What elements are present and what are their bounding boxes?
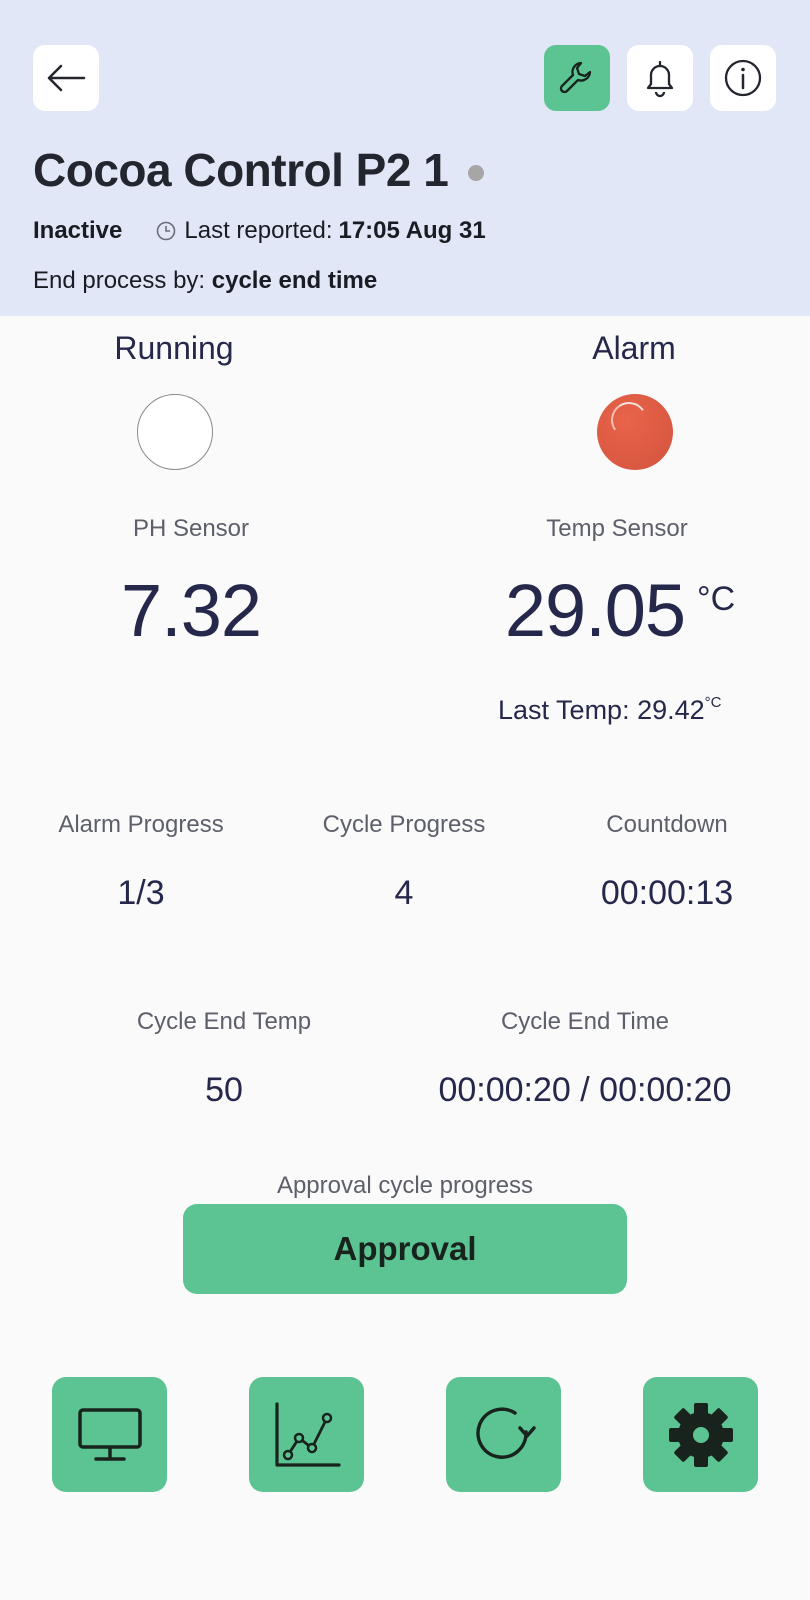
lamp-glare (608, 399, 650, 441)
clock-icon (156, 221, 176, 241)
connection-status-dot (468, 165, 485, 181)
approval-button[interactable]: Approval (183, 1204, 627, 1294)
refresh-button[interactable] (446, 1377, 561, 1492)
title-row: Cocoa Control P2 1 (33, 143, 485, 197)
last-temp-label: Last Temp: 29.42 (498, 695, 705, 725)
last-reported-time: 17:05 Aug 31 (338, 217, 486, 244)
cycle-progress-label: Cycle Progress (322, 811, 486, 838)
cycle-end-temp-label: Cycle End Temp (136, 1008, 312, 1035)
status-row: Inactive Last reported: 17:05 Aug 31 (33, 217, 486, 245)
temp-unit: °C (697, 580, 736, 618)
end-process-value: cycle end time (211, 267, 378, 294)
settings-button[interactable] (643, 1377, 758, 1492)
running-label: Running (114, 330, 234, 366)
alarm-progress-value: 1/3 (117, 874, 165, 912)
device-header: Cocoa Control P2 1 Inactive Last reporte… (0, 0, 810, 316)
last-temp-unit: °C (704, 694, 722, 711)
temp-sensor-value: 29.05 (504, 569, 686, 652)
page-title: Cocoa Control P2 1 (33, 144, 449, 196)
status-badge: Inactive (33, 217, 123, 244)
cycle-end-temp-value: 50 (205, 1071, 243, 1109)
gear-icon (668, 1402, 733, 1467)
chart-icon (274, 1401, 341, 1467)
alarm-progress-label: Alarm Progress (58, 811, 224, 838)
countdown-value: 00:00:13 (600, 874, 734, 912)
ph-sensor-value: 7.32 (120, 569, 262, 652)
info-icon (724, 59, 762, 97)
alarm-indicator-lamp (597, 394, 673, 470)
monitor-icon (77, 1407, 142, 1461)
end-process-row: End process by: cycle end time (33, 267, 377, 295)
maintenance-button[interactable] (544, 45, 610, 111)
last-temp-reading: Last Temp: 29.42°C (498, 694, 721, 726)
back-arrow-icon (47, 64, 86, 92)
refresh-icon (475, 1407, 536, 1459)
approval-cycle-label: Approval cycle progress (276, 1172, 534, 1199)
running-indicator-lamp (137, 394, 213, 470)
monitor-button[interactable] (52, 1377, 167, 1492)
countdown-label: Countdown (606, 811, 728, 838)
notifications-button[interactable] (627, 45, 693, 111)
ph-sensor-label: PH Sensor (132, 515, 250, 542)
alarm-label: Alarm (592, 330, 676, 366)
last-reported-label: Last reported: (184, 217, 333, 244)
end-process-label: End process by: (33, 267, 206, 294)
cycle-progress-value: 4 (394, 874, 414, 912)
chart-button[interactable] (249, 1377, 364, 1492)
bell-icon (646, 60, 674, 98)
cycle-end-time-value: 00:00:20 / 00:00:20 (438, 1071, 732, 1109)
wrench-icon (559, 61, 592, 94)
back-button[interactable] (33, 45, 99, 111)
info-button[interactable] (710, 45, 776, 111)
cycle-end-time-label: Cycle End Time (500, 1008, 670, 1035)
temp-sensor-label: Temp Sensor (546, 515, 688, 542)
